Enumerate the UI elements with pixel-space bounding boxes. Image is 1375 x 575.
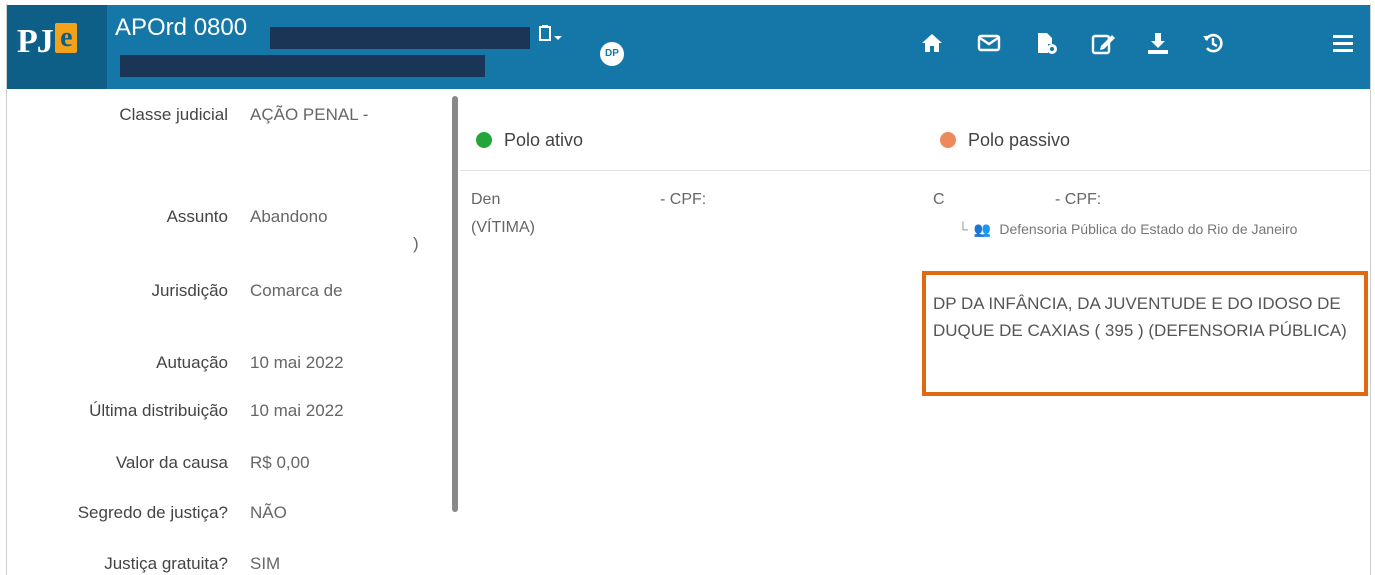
mail-icon[interactable] [976,30,1002,56]
representative-name: Defensoria Pública do Estado do Rio de J… [999,221,1298,237]
field-value-ultima-distribuicao: 10 mai 2022 [250,401,344,420]
field-label-ultima-distribuicao: Última distribuição [89,401,228,420]
status-dot-icon [940,132,956,148]
field-value-valor-causa: R$ 0,00 [250,453,310,472]
field-label-assunto: Assunto [166,207,228,226]
logo-text: PJ [17,23,54,60]
active-party-cpf-label: - CPF: [660,191,707,208]
field-label-segredo: Segredo de justiça? [77,503,228,522]
tree-branch-icon: └ [958,221,968,237]
details-scrollbar[interactable] [452,96,458,512]
pje-logo[interactable]: PJ e [7,5,107,89]
field-value-segredo: NÃO [250,503,287,522]
edit-icon[interactable] [1090,30,1116,56]
history-icon[interactable] [1200,30,1226,56]
document-settings-icon[interactable] [1033,30,1059,56]
polo-ativo-header[interactable]: Polo ativo [476,130,583,151]
clipboard-icon[interactable] [538,24,564,51]
dp-badge-icon[interactable]: DP [600,42,624,66]
logo-e: e [54,23,77,53]
status-dot-icon [476,132,492,148]
field-label-valor-causa: Valor da causa [115,453,228,472]
active-party-role: (VÍTIMA) [471,219,535,236]
field-value-assunto-tail: ) [413,234,419,253]
field-label-autuacao: Autuação [156,353,228,372]
active-party-name[interactable]: Den [471,188,500,212]
passive-party-name[interactable]: C [933,188,945,212]
passive-party-cpf-label: - CPF: [1055,191,1102,208]
polo-passivo-title: Polo passivo [968,130,1071,150]
polo-passivo-header[interactable]: Polo passivo [940,130,1070,151]
field-value-jurisdicao: Comarca de [250,281,343,300]
polo-ativo-title: Polo ativo [504,130,584,150]
field-label-classe: Classe judicial [119,105,228,124]
defender-office-text: DP DA INFÂNCIA, DA JUVENTUDE E DO IDOSO … [933,294,1347,340]
redacted-process-subtitle [120,55,485,77]
process-title: APOrd 0800 [115,14,248,41]
download-icon[interactable] [1145,30,1171,56]
menu-icon[interactable] [1330,30,1356,56]
header-divider [460,170,1370,171]
field-value-justica-gratuita: SIM [250,554,281,573]
field-value-assunto: Abandono [250,207,328,226]
field-value-autuacao: 10 mai 2022 [250,353,344,372]
field-value-classe: AÇÃO PENAL - [250,105,369,124]
home-icon[interactable] [919,30,945,56]
field-label-jurisdicao: Jurisdição [151,281,228,300]
field-label-justica-gratuita: Justiça gratuita? [104,554,228,573]
representative-entry[interactable]: └ 👥 Defensoria Pública do Estado do Rio de… [958,218,1338,240]
people-icon: 👥 [973,221,992,237]
redacted-process-number [270,27,530,49]
